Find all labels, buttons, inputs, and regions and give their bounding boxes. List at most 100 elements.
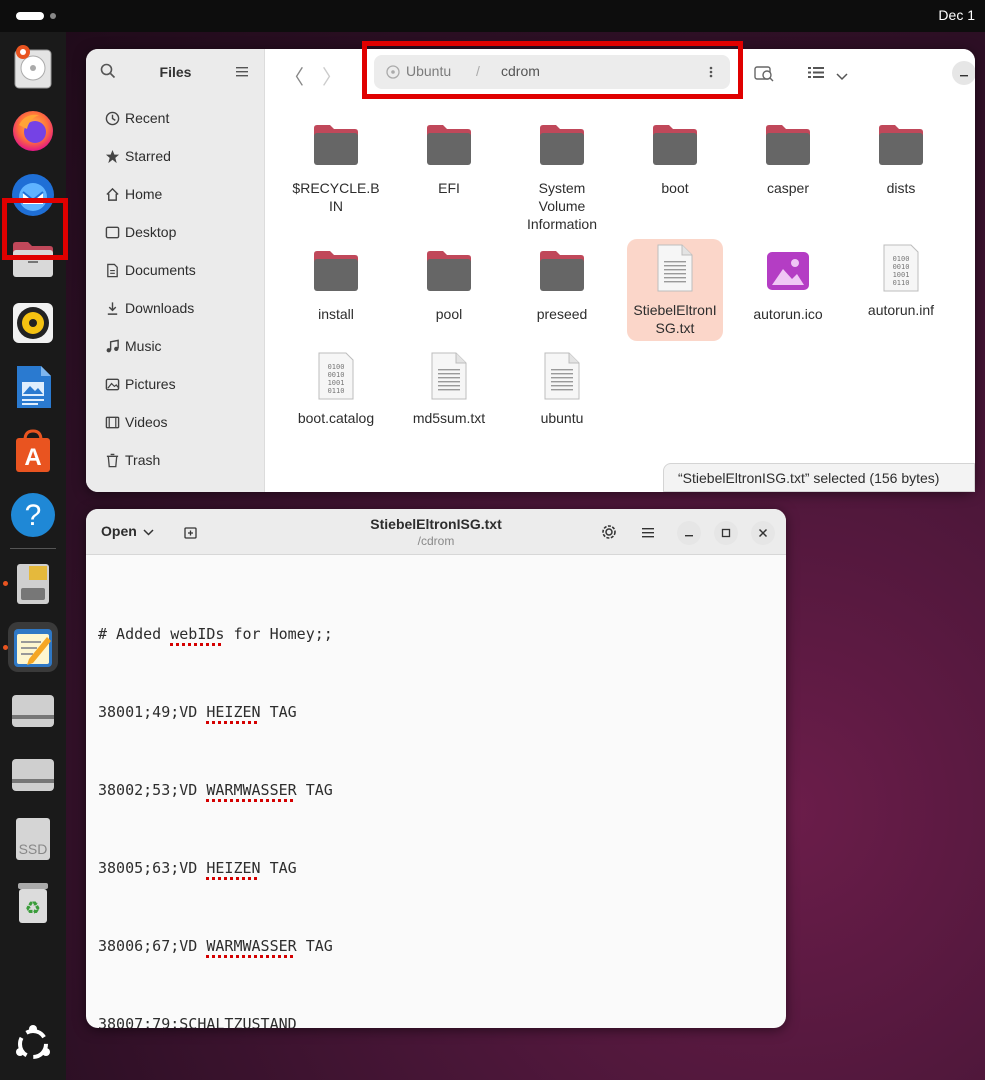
video-icon bbox=[95, 415, 125, 430]
file-item[interactable]: md5sum.txt bbox=[401, 351, 497, 427]
file-item-label: dists bbox=[886, 180, 916, 196]
sidebar-item-trash[interactable]: Trash bbox=[95, 443, 255, 477]
sidebar-item-documents[interactable]: Documents bbox=[95, 253, 255, 287]
file-item[interactable]: ubuntu bbox=[514, 351, 610, 427]
file-item[interactable]: EFI bbox=[401, 121, 497, 197]
search-folder-icon[interactable] bbox=[754, 64, 774, 87]
maximize-button[interactable] bbox=[714, 521, 738, 545]
svg-text:?: ? bbox=[25, 499, 42, 532]
home-icon bbox=[95, 187, 125, 202]
file-item-label: casper bbox=[766, 180, 810, 196]
text-line: 38001;49;VD HEIZEN TAG bbox=[98, 703, 297, 721]
file-item[interactable]: install bbox=[288, 247, 384, 323]
close-button[interactable] bbox=[751, 521, 775, 545]
file-item[interactable]: boot bbox=[627, 121, 723, 197]
file-item[interactable]: 0100 0010 1001 0110 autorun.inf bbox=[853, 243, 949, 319]
path-highlight-box bbox=[362, 41, 743, 99]
hamburger-menu-icon[interactable] bbox=[642, 526, 655, 544]
sidebar-item-label: Pictures bbox=[125, 376, 176, 392]
top-bar: Dec 1 bbox=[0, 0, 985, 32]
svg-text:1001: 1001 bbox=[893, 271, 910, 279]
folder-icon bbox=[627, 121, 723, 167]
binary-file-icon: 0100 0010 1001 0110 bbox=[288, 351, 384, 401]
file-item[interactable]: 0100 0010 1001 0110 boot.catalog bbox=[288, 351, 384, 427]
show-apps-icon[interactable] bbox=[8, 1019, 58, 1069]
text-line: 38007;79;SCHALTZUSTAND bbox=[98, 1015, 297, 1028]
dock: A ? SSD ♻ bbox=[0, 32, 66, 1080]
svg-text:0100: 0100 bbox=[328, 363, 345, 371]
disk-usage-icon[interactable] bbox=[8, 42, 58, 92]
text-editor-icon[interactable] bbox=[8, 622, 58, 672]
file-item-label: ubuntu bbox=[540, 410, 584, 426]
clock-icon bbox=[95, 111, 125, 126]
trash-icon bbox=[95, 453, 125, 468]
sidebar-item-label: Music bbox=[125, 338, 162, 354]
sidebar-item-music[interactable]: Music bbox=[95, 329, 255, 363]
file-item[interactable]: preseed bbox=[514, 247, 610, 323]
sidebar-header: Files bbox=[86, 49, 265, 95]
rhythmbox-icon[interactable] bbox=[8, 298, 58, 348]
file-item-label: boot bbox=[661, 180, 689, 196]
document-icon bbox=[95, 263, 125, 278]
chevron-down-icon[interactable] bbox=[836, 68, 848, 86]
download-icon bbox=[95, 301, 125, 316]
file-item-label: autorun.ico bbox=[753, 306, 823, 322]
app-center-icon[interactable]: A bbox=[8, 426, 58, 476]
file-item[interactable]: casper bbox=[740, 121, 836, 197]
clock[interactable]: Dec 1 bbox=[938, 7, 975, 23]
text-line: 38005;63;VD HEIZEN TAG bbox=[98, 859, 297, 877]
sidebar-item-recent[interactable]: Recent bbox=[95, 101, 255, 135]
firefox-icon[interactable] bbox=[8, 106, 58, 156]
sidebar-item-label: Recent bbox=[125, 110, 170, 126]
sidebar-item-home[interactable]: Home bbox=[95, 177, 255, 211]
forward-button[interactable]: 〉 bbox=[322, 61, 342, 90]
svg-text:SSD: SSD bbox=[19, 841, 48, 857]
file-item[interactable]: dists bbox=[853, 121, 949, 197]
drive-icon[interactable] bbox=[8, 750, 58, 800]
sidebar-item-desktop[interactable]: Desktop bbox=[95, 215, 255, 249]
file-item[interactable]: StiebelEltronISG.txt bbox=[627, 243, 723, 337]
files-sidebar: Files Recent Starred Home Desktop Docume… bbox=[86, 49, 265, 492]
svg-text:0110: 0110 bbox=[328, 387, 345, 395]
file-item-label: StiebelEltronISG.txt bbox=[633, 302, 717, 336]
sidebar-item-label: Documents bbox=[125, 262, 196, 278]
sidebar-item-starred[interactable]: Starred bbox=[95, 139, 255, 173]
back-button[interactable]: 〈 bbox=[284, 61, 304, 90]
file-item[interactable]: $RECYCLE.BIN bbox=[288, 121, 384, 215]
sidebar-item-pictures[interactable]: Pictures bbox=[95, 367, 255, 401]
file-item-label: md5sum.txt bbox=[412, 410, 486, 426]
minimize-button[interactable] bbox=[952, 61, 975, 85]
text-editor-content[interactable]: # Added webIDs for Homey;; 38001;49;VD H… bbox=[98, 569, 333, 1028]
picture-icon bbox=[95, 377, 125, 392]
drive-icon[interactable] bbox=[8, 686, 58, 736]
sidebar-item-downloads[interactable]: Downloads bbox=[95, 291, 255, 325]
folder-icon bbox=[853, 121, 949, 167]
svg-text:0010: 0010 bbox=[893, 263, 910, 271]
activities-indicator[interactable] bbox=[16, 12, 56, 20]
file-item[interactable]: autorun.ico bbox=[740, 247, 836, 323]
ssd-icon[interactable]: SSD bbox=[8, 814, 58, 864]
text-editor-window: Open StiebelEltronISG.txt /cdrom # Added… bbox=[86, 509, 786, 1028]
file-item-label: autorun.inf bbox=[867, 302, 935, 318]
folder-icon bbox=[288, 121, 384, 167]
trash-icon[interactable]: ♻ bbox=[8, 878, 58, 928]
file-item[interactable]: System Volume Information bbox=[514, 121, 610, 233]
file-item[interactable]: pool bbox=[401, 247, 497, 323]
music-icon bbox=[95, 339, 125, 354]
editor-header-bar: Open StiebelEltronISG.txt /cdrom bbox=[86, 509, 786, 555]
file-item-label: preseed bbox=[536, 306, 588, 322]
help-icon[interactable]: ? bbox=[8, 490, 58, 540]
sd-card-icon[interactable] bbox=[8, 558, 58, 608]
settings-gear-icon[interactable] bbox=[600, 523, 618, 546]
libreoffice-writer-icon[interactable] bbox=[8, 362, 58, 412]
sidebar-item-videos[interactable]: Videos bbox=[95, 405, 255, 439]
text-line: 38002;53;VD WARMWASSER TAG bbox=[98, 781, 333, 799]
hamburger-menu-icon[interactable] bbox=[236, 65, 250, 83]
list-view-icon[interactable] bbox=[808, 66, 824, 84]
text-file-icon bbox=[627, 243, 723, 293]
svg-text:0110: 0110 bbox=[893, 279, 910, 287]
minimize-button[interactable] bbox=[677, 521, 701, 545]
svg-text:0010: 0010 bbox=[328, 371, 345, 379]
folder-icon bbox=[401, 121, 497, 167]
text-file-icon bbox=[514, 351, 610, 401]
